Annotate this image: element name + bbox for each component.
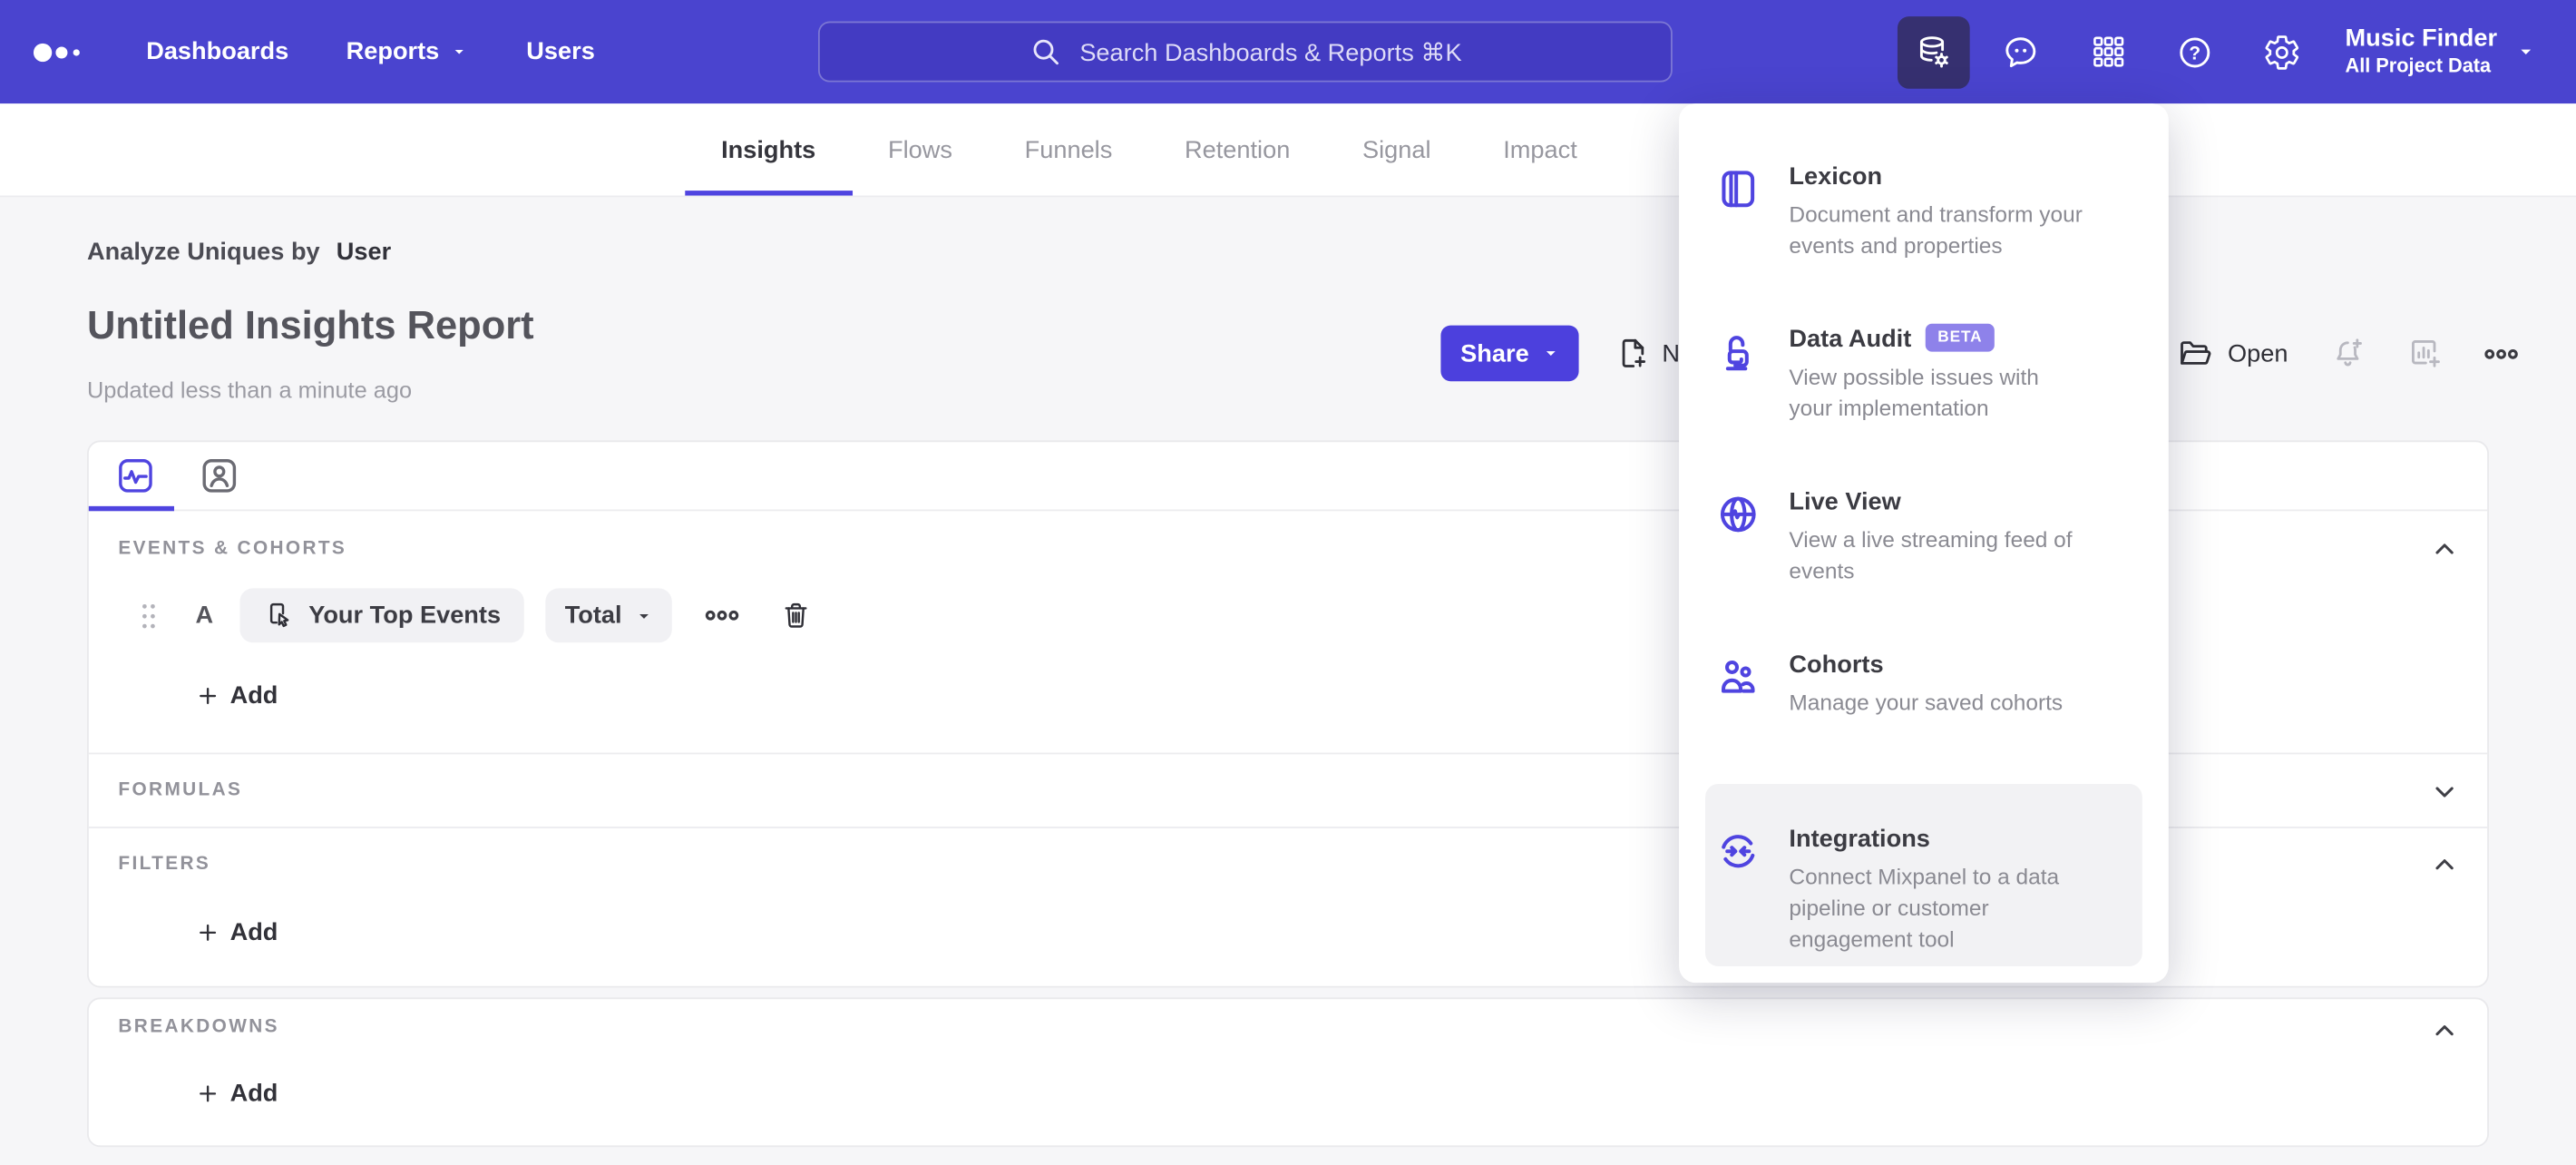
menu-item-title: Live View: [1789, 487, 1901, 516]
tab-insights[interactable]: Insights: [685, 103, 851, 196]
tab-funnels[interactable]: Funnels: [1025, 103, 1113, 195]
menu-item-title: Lexicon: [1789, 162, 1883, 191]
nav-item-reports[interactable]: Reports: [346, 38, 469, 65]
svg-text:?: ?: [2190, 43, 2201, 64]
event-query-row: A Your Top Events Total: [140, 588, 811, 643]
menu-item-live-view[interactable]: Live View View a live streaming feed of …: [1715, 488, 2146, 588]
help-icon: ?: [2181, 36, 2211, 67]
data-management-menu: Lexicon Document and transform your even…: [1679, 103, 2169, 984]
open-button[interactable]: Open: [2177, 335, 2288, 371]
apps-grid-icon: [2093, 36, 2124, 67]
nav-item-users[interactable]: Users: [526, 38, 595, 66]
menu-item-desc: View possible issues with your implement…: [1789, 365, 2039, 421]
folder-open-icon: [2181, 341, 2211, 365]
gear-icon: [2266, 34, 2299, 69]
metric-value: Total: [564, 601, 622, 630]
menu-item-data-audit[interactable]: Data Audit BETA View possible issues wit…: [1715, 323, 2146, 426]
beta-badge: BETA: [1926, 323, 1995, 352]
event-selector[interactable]: Your Top Events: [239, 588, 524, 643]
share-button[interactable]: Share: [1440, 325, 1579, 382]
integrations-icon: [1722, 835, 1755, 868]
updated-timestamp: Updated less than a minute ago: [86, 376, 413, 403]
plus-icon: [200, 1085, 217, 1102]
menu-item-title: Data Audit: [1789, 325, 1912, 354]
tab-retention[interactable]: Retention: [1185, 103, 1290, 195]
data-management-button[interactable]: [1898, 15, 1971, 88]
menu-item-title: Integrations: [1789, 825, 1930, 854]
plus-icon: [200, 688, 217, 705]
menu-item-desc: View a live streaming feed of events: [1789, 527, 2073, 583]
breakdowns-section-label: BREAKDOWNS: [118, 1017, 279, 1037]
search-icon: [1033, 39, 1059, 65]
alert-add-icon[interactable]: [2331, 335, 2367, 371]
drag-handle-icon[interactable]: [140, 599, 158, 631]
mixpanel-logo-icon[interactable]: [33, 34, 85, 70]
report-tabbar: Insights Flows Funnels Retention Signal …: [0, 103, 2576, 198]
top-nav: Dashboards Reports Users Search Dashboar…: [0, 0, 2576, 104]
report-title[interactable]: Untitled Insights Report: [87, 304, 534, 350]
add-event-button[interactable]: Add: [197, 682, 278, 710]
report-actions-left: Share New: [1440, 325, 1712, 382]
analyze-line: Analyze Uniques by User: [87, 239, 391, 267]
new-document-icon: [1622, 338, 1645, 367]
insights-view-tab-icon[interactable]: [115, 455, 156, 496]
analyze-label: Analyze Uniques by: [86, 238, 320, 267]
plus-icon: [200, 924, 217, 941]
delete-row-icon[interactable]: [779, 600, 810, 631]
data-audit-icon: [1725, 336, 1749, 371]
nav-item-dashboards[interactable]: Dashboards: [146, 38, 288, 66]
menu-item-desc: Connect Mixpanel to a data pipeline or c…: [1789, 864, 2060, 952]
menu-item-desc: Manage your saved cohorts: [1789, 690, 2064, 715]
database-gear-icon: [1920, 35, 1949, 67]
menu-item-title: Cohorts: [1789, 651, 1884, 680]
report-actions-right: Open: [2177, 326, 2520, 382]
analyze-value-dropdown[interactable]: User: [337, 239, 391, 267]
feedback-bubble-icon: [2006, 36, 2037, 67]
nav-right: ? Music Finder All Project Data: [1884, 0, 2576, 103]
primary-nav: Dashboards Reports Users: [146, 38, 595, 66]
caret-down-icon: [2521, 49, 2532, 54]
project-scope: All Project Data: [2345, 54, 2492, 78]
row-more-options-icon[interactable]: [702, 596, 740, 634]
lexicon-icon: [1722, 171, 1755, 208]
tab-flows[interactable]: Flows: [888, 103, 952, 195]
caret-down-icon: [1546, 351, 1556, 357]
search-input[interactable]: Search Dashboards & Reports ⌘K: [817, 21, 1673, 83]
event-icon: [269, 602, 289, 628]
menu-item-integrations[interactable]: Integrations Connect Mixpanel to a data …: [1705, 783, 2142, 966]
project-switcher[interactable]: Music Finder All Project Data: [2345, 23, 2497, 81]
chart-add-icon[interactable]: [2406, 335, 2443, 371]
add-filter-button[interactable]: Add: [197, 918, 278, 946]
cohorts-icon: [1721, 660, 1755, 693]
caret-down-icon: [639, 613, 649, 618]
menu-item-desc: Document and transform your events and p…: [1789, 201, 2083, 259]
caret-down-icon: [455, 49, 464, 54]
collapse-filters-icon[interactable]: [2430, 849, 2460, 879]
menu-item-lexicon[interactable]: Lexicon Document and transform your even…: [1715, 162, 2146, 262]
tab-signal[interactable]: Signal: [1362, 103, 1431, 195]
apps-grid-button[interactable]: [2073, 15, 2145, 88]
app: Dashboards Reports Users Search Dashboar…: [0, 0, 2576, 1165]
formulas-section-label: FORMULAS: [118, 780, 243, 801]
expand-formulas-icon[interactable]: [2430, 778, 2460, 808]
collapse-events-icon[interactable]: [2430, 534, 2460, 564]
search-placeholder: Search Dashboards & Reports ⌘K: [1079, 38, 1462, 67]
live-view-icon: [1720, 496, 1756, 533]
event-name: Your Top Events: [308, 601, 502, 630]
menu-item-cohorts[interactable]: Cohorts Manage your saved cohorts: [1715, 651, 2146, 720]
metric-selector[interactable]: Total: [544, 588, 671, 643]
feedback-button[interactable]: [1986, 15, 2058, 88]
add-breakdown-button[interactable]: Add: [197, 1080, 278, 1108]
settings-button[interactable]: [2247, 15, 2319, 88]
breakdowns-card: BREAKDOWNS Add: [86, 997, 2490, 1148]
tab-impact[interactable]: Impact: [1503, 103, 1577, 195]
help-button[interactable]: ?: [2160, 15, 2232, 88]
collapse-breakdowns-icon[interactable]: [2430, 1015, 2460, 1045]
project-name: Music Finder: [2345, 24, 2498, 53]
event-row-letter: A: [195, 601, 214, 630]
users-view-tab-icon[interactable]: [199, 455, 239, 496]
events-section-label: EVENTS & COHORTS: [118, 539, 347, 559]
filters-section-label: FILTERS: [118, 854, 211, 875]
more-options-icon[interactable]: [2482, 335, 2520, 373]
